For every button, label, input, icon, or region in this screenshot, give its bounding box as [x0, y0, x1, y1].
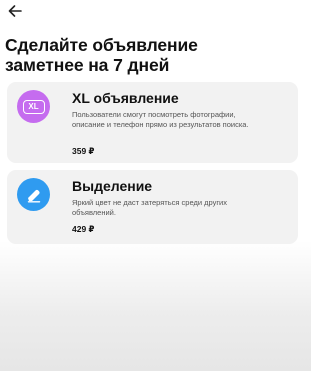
- service-description: Пользователи смогут посмотреть фотографи…: [72, 110, 249, 129]
- service-description: Яркий цвет не даст затеряться среди друг…: [72, 198, 227, 217]
- eraser-glyph: [27, 189, 40, 202]
- service-card-xl[interactable]: XL XL объявление Пользователи смогут пос…: [7, 82, 298, 163]
- page-title: Сделайте объявление заметнее на 7 дней: [5, 35, 305, 75]
- bottom-fade: [0, 241, 311, 371]
- eraser-highlight-icon: [17, 178, 50, 211]
- service-price: 359 ₽: [72, 146, 95, 156]
- service-title: Выделение: [72, 178, 153, 194]
- page-title-line-2: заметнее на 7 дней: [5, 54, 170, 75]
- service-title: XL объявление: [72, 90, 179, 106]
- service-card-highlight[interactable]: Выделение Яркий цвет не даст затеряться …: [7, 170, 298, 244]
- service-price: 429 ₽: [72, 224, 95, 234]
- back-button[interactable]: [4, 0, 26, 22]
- xl-badge-label: XL: [22, 99, 45, 114]
- arrow-left-icon: [8, 5, 22, 17]
- xl-badge-icon: XL: [17, 90, 50, 123]
- page-title-line-1: Сделайте объявление: [5, 35, 198, 55]
- top-bar: [0, 0, 311, 24]
